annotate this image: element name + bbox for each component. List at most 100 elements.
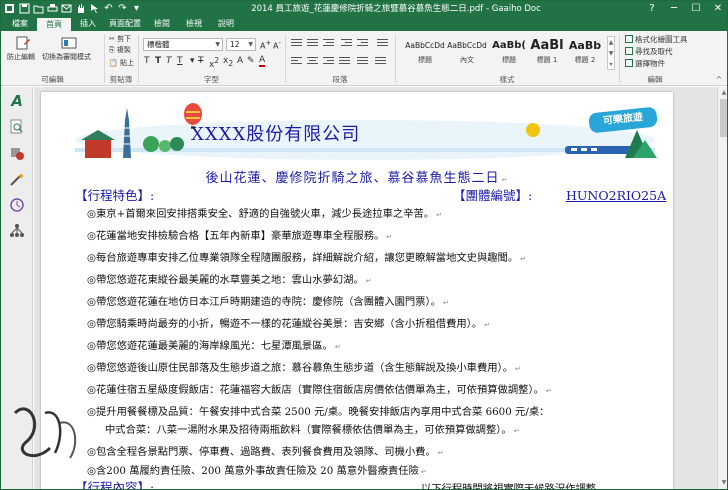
- feature-line: 中式合菜：八菜一湯附水果及招待兩瓶飲料（實際餐標依估價單為主，可依預算做調整）。…: [105, 424, 520, 436]
- group-label-paragraph: 段落: [332, 75, 348, 84]
- find-icon: [625, 47, 633, 55]
- align-left-icon[interactable]: [291, 57, 302, 67]
- shrink-font-icon[interactable]: A-: [273, 37, 281, 53]
- multilevel-list-icon[interactable]: [323, 39, 334, 49]
- menu-tabs: 檔案 首頁 插入 頁面配置 檢閱 檢視 說明: [1, 17, 727, 31]
- print-icon[interactable]: [47, 3, 58, 14]
- email-icon[interactable]: [61, 3, 72, 14]
- group-label-font: 字型: [204, 75, 219, 84]
- numbered-list-icon[interactable]: [307, 39, 318, 49]
- feature-line: ◎帶您悠遊花東縱谷最美麗的水草豐美之地：雲山水夢幻湖。 ↵: [87, 274, 372, 286]
- customize-qa-icon[interactable]: ▾: [131, 3, 142, 14]
- text-style-icon[interactable]: T: [144, 55, 150, 67]
- style-normal[interactable]: AaBbCcDd 內文: [447, 36, 487, 70]
- history-icon[interactable]: [9, 197, 25, 213]
- review-mode-button[interactable]: 切換為審閱模式: [42, 53, 91, 62]
- maximize-icon[interactable]: ☐: [685, 1, 707, 17]
- shading-icon[interactable]: [375, 57, 386, 67]
- font-color-icon[interactable]: A: [259, 55, 266, 67]
- styles-scroll[interactable]: ▲ ▼ ▾: [607, 36, 615, 70]
- tab-insert[interactable]: 插入: [73, 17, 103, 31]
- features-heading: 【行程特色】:: [75, 188, 155, 203]
- window-title: 2014 員工旅遊_花蓮慶修院折騎之旅暨慕谷慕魚生態二日.pdf - Gaaih…: [251, 4, 541, 14]
- prevent-edit-button[interactable]: 防止編輯: [7, 53, 35, 62]
- open-folder-icon[interactable]: [33, 3, 44, 14]
- app-logo-icon[interactable]: [4, 3, 15, 14]
- collapse-ribbon-icon[interactable]: ^: [713, 74, 725, 85]
- app-window: ↶ ↷ ▾ 2014 員工旅遊_花蓮慶修院折騎之旅暨慕谷慕魚生態二日.pdf -…: [0, 0, 728, 490]
- help-icon[interactable]: ?: [641, 1, 663, 17]
- save-icon[interactable]: [19, 3, 30, 14]
- italic-icon[interactable]: T: [166, 55, 172, 67]
- text-effect-icon[interactable]: A: [237, 55, 243, 67]
- group-label-convert: 可編輯: [41, 75, 64, 84]
- increase-indent-icon[interactable]: [357, 39, 368, 49]
- sort-icon[interactable]: [377, 39, 388, 49]
- subscript-icon[interactable]: x2: [223, 55, 233, 70]
- style-heading[interactable]: AaBb( 標題: [489, 36, 529, 70]
- superscript-icon[interactable]: x2: [209, 55, 219, 71]
- feature-line: ◎含200 萬履約責任險、200 萬意外事故責任險及 20 萬意外醫療責任險 ↵: [87, 465, 427, 477]
- zoom-page-icon[interactable]: [9, 119, 25, 135]
- review-mode-icon[interactable]: [61, 36, 77, 50]
- font-name-select[interactable]: 標楷體 ▼: [143, 38, 223, 51]
- select-objects-icon: [625, 59, 633, 67]
- scroll-up-icon[interactable]: ▲: [720, 89, 727, 96]
- style-heading-1[interactable]: AaBl 標題 1: [527, 36, 567, 70]
- bold-icon[interactable]: T: [155, 55, 161, 67]
- tab-page-layout[interactable]: 頁面配置: [105, 17, 145, 31]
- prevent-edit-icon[interactable]: [15, 36, 31, 50]
- tab-help[interactable]: 說明: [211, 17, 241, 31]
- format-drawing-icon: [625, 35, 633, 43]
- feature-line: ◎每台旅遊專車安排乙位專業領隊全程隨團服務，詳細解說介紹，讓您更瞭解當地文史與趣…: [87, 252, 527, 264]
- bullet-list-icon[interactable]: [291, 39, 302, 49]
- format-drawing-tools-button[interactable]: 格式化繪圖工具: [625, 35, 688, 45]
- feature-line: ◎花蓮住宿五星級度假飯店：花蓮福容大飯店（實際住宿飯店房價依估價單為主，可依預算…: [87, 384, 552, 396]
- feature-line: ◎帶您騎乘時尚最夯的小折，暢遊不一樣的花蓮縱谷美景：吉安鄉（含小折租借費用）。 ↵: [87, 318, 490, 330]
- tab-home[interactable]: 首頁: [37, 17, 71, 31]
- feature-line: ◎東京+首爾來回安排搭乘安全、舒適的自強號火車，減少長途拉車之辛苦。 ↵: [87, 208, 442, 220]
- justify-icon[interactable]: [339, 57, 350, 67]
- cut-icon: ✂: [109, 35, 118, 43]
- line-spacing-icon[interactable]: [357, 57, 368, 67]
- scrollbar-thumb[interactable]: [720, 99, 727, 137]
- select-tool-icon[interactable]: [89, 3, 100, 14]
- strikethrough-icon[interactable]: T: [198, 55, 204, 67]
- style-heading-2[interactable]: AaBb 標題 2: [565, 36, 605, 70]
- hand-tool-icon[interactable]: [75, 3, 86, 14]
- magic-wand-icon[interactable]: [9, 171, 25, 187]
- underline-dropdown-icon[interactable]: ▾: [190, 55, 195, 67]
- find-replace-button[interactable]: 尋找及取代: [625, 47, 673, 57]
- decrease-indent-icon[interactable]: [341, 39, 352, 49]
- grow-font-icon[interactable]: A+: [260, 37, 271, 53]
- minimize-icon[interactable]: ─: [663, 1, 685, 17]
- vertical-scrollbar[interactable]: ▲ ▼: [717, 87, 727, 489]
- undo-icon[interactable]: ↶: [103, 3, 114, 14]
- redo-icon[interactable]: ↷: [117, 3, 128, 14]
- shape-tool-icon[interactable]: [9, 145, 25, 161]
- document-page: 可樂旅遊 XXXX股份有限公司 後山花蓮、慶修院折騎之旅、慕谷慕魚生態二日 ↵ 【…: [41, 92, 673, 489]
- align-center-icon[interactable]: [307, 57, 318, 67]
- hierarchy-icon[interactable]: [9, 223, 25, 239]
- chevron-down-icon: ▼: [215, 41, 220, 48]
- tab-view[interactable]: 檢視: [179, 17, 209, 31]
- cut-button[interactable]: ✂ 剪下: [109, 35, 131, 44]
- text-tool-icon[interactable]: A: [9, 93, 25, 109]
- trip-subtitle: 後山花蓮、慶修院折騎之旅、慕谷慕魚生態二日 ↵: [205, 171, 509, 186]
- scroll-down-icon[interactable]: ▼: [720, 479, 727, 486]
- highlight-icon[interactable]: ✎: [247, 55, 255, 67]
- paste-icon: 📋: [109, 59, 120, 67]
- tab-file[interactable]: 檔案: [5, 17, 35, 31]
- align-right-icon[interactable]: [323, 57, 334, 67]
- group-label-clipboard: 剪貼簿: [109, 75, 133, 84]
- paste-button[interactable]: 📋 貼上: [109, 59, 134, 68]
- copy-icon: ⎘: [109, 46, 117, 54]
- underline-icon[interactable]: T: [177, 55, 183, 67]
- group-code-value: HUNO2RIO25A: [566, 188, 667, 203]
- tab-review[interactable]: 檢閱: [147, 17, 177, 31]
- close-icon[interactable]: ✕: [707, 1, 727, 17]
- style-title[interactable]: AaBbCcDd 標題: [405, 36, 445, 70]
- font-size-select[interactable]: 12 ▼: [226, 38, 256, 51]
- select-objects-button[interactable]: 選擇物件: [625, 59, 665, 69]
- copy-button[interactable]: ⎘ 複製: [109, 46, 131, 55]
